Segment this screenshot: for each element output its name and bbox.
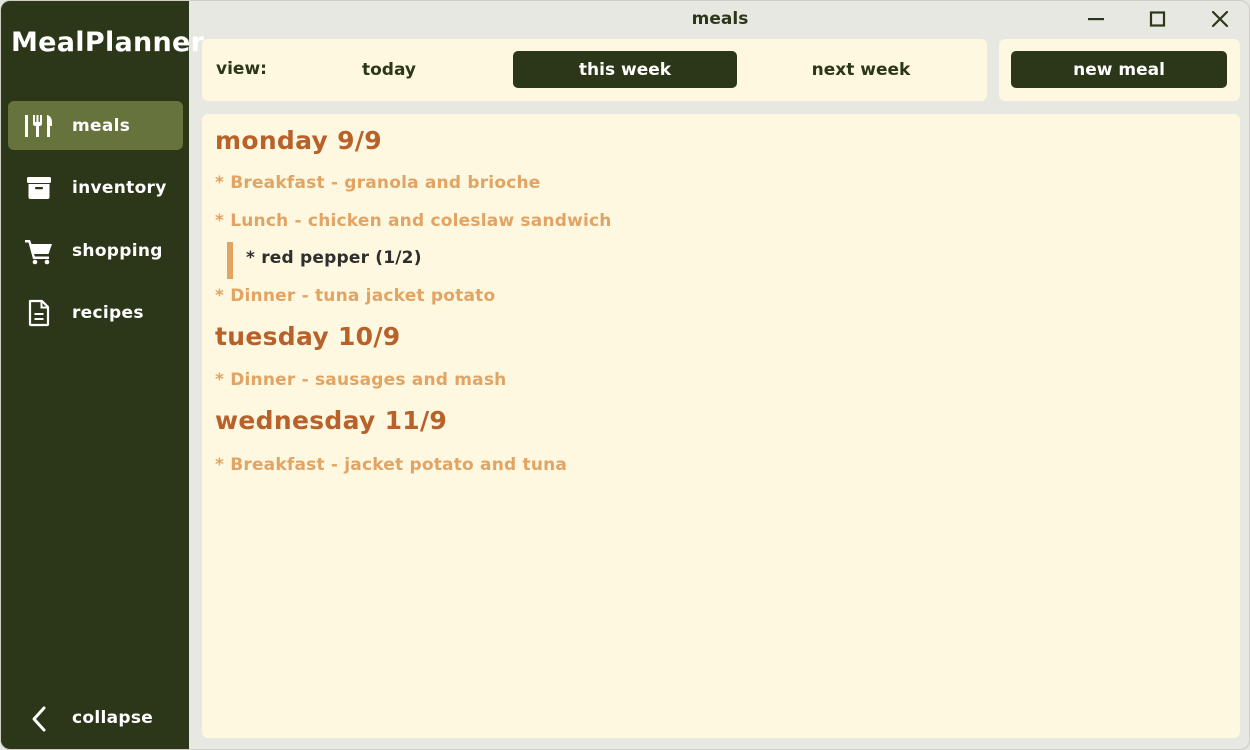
- meal-item[interactable]: * Breakfast - granola and brioche: [215, 173, 541, 193]
- view-this-week-button[interactable]: this week: [513, 51, 737, 88]
- day-heading: tuesday 10/9: [215, 322, 401, 351]
- sidebar-item-recipes[interactable]: recipes: [8, 288, 183, 337]
- meal-item[interactable]: * Dinner - tuna jacket potato: [215, 286, 495, 306]
- day-heading: wednesday 11/9: [215, 406, 448, 435]
- meal-item[interactable]: * Lunch - chicken and coleslaw sandwich: [215, 211, 612, 231]
- view-selector: view: today this week next week: [202, 39, 987, 101]
- sidebar-item-label: meals: [72, 115, 131, 136]
- sidebar-item-label: shopping: [72, 240, 163, 261]
- missing-ingredient: * red pepper (1/2): [246, 248, 422, 268]
- document-icon: [24, 298, 54, 328]
- day-heading: monday 9/9: [215, 126, 382, 155]
- title-bar: meals: [189, 1, 1249, 37]
- sidebar-item-label: inventory: [72, 177, 167, 198]
- new-meal-panel: new meal: [999, 39, 1240, 101]
- view-label: view:: [216, 59, 267, 79]
- archive-box-icon: [24, 173, 54, 203]
- cutlery-icon: [24, 111, 54, 141]
- minimize-icon: [1088, 18, 1104, 21]
- ingredient-indicator: [227, 242, 233, 279]
- app-brand: MealPlanner: [11, 27, 205, 58]
- chevron-left-icon: [24, 704, 54, 734]
- meal-item[interactable]: * Dinner - sausages and mash: [215, 370, 506, 390]
- sidebar-item-shopping[interactable]: shopping: [8, 226, 183, 275]
- maximize-button[interactable]: [1138, 5, 1178, 33]
- meal-item[interactable]: * Breakfast - jacket potato and tuna: [215, 455, 567, 475]
- sidebar-item-label: recipes: [72, 302, 144, 323]
- collapse-button[interactable]: collapse: [8, 696, 183, 742]
- collapse-label: collapse: [72, 708, 154, 728]
- view-today-button[interactable]: today: [277, 51, 501, 88]
- sidebar-item-inventory[interactable]: inventory: [8, 163, 183, 212]
- sidebar: MealPlanner meals inventory shopping rec…: [1, 1, 204, 749]
- view-next-week-button[interactable]: next week: [749, 51, 973, 88]
- close-icon: [1211, 10, 1229, 28]
- sidebar-item-meals[interactable]: meals: [8, 101, 183, 150]
- app-window: MealPlanner meals inventory shopping rec…: [0, 0, 1250, 750]
- new-meal-button[interactable]: new meal: [1011, 51, 1227, 88]
- minimize-button[interactable]: [1076, 5, 1116, 33]
- maximize-icon: [1149, 11, 1166, 27]
- shopping-cart-icon: [24, 236, 54, 266]
- meal-schedule: monday 9/9 * Breakfast - granola and bri…: [202, 114, 1240, 738]
- close-button[interactable]: [1200, 5, 1240, 33]
